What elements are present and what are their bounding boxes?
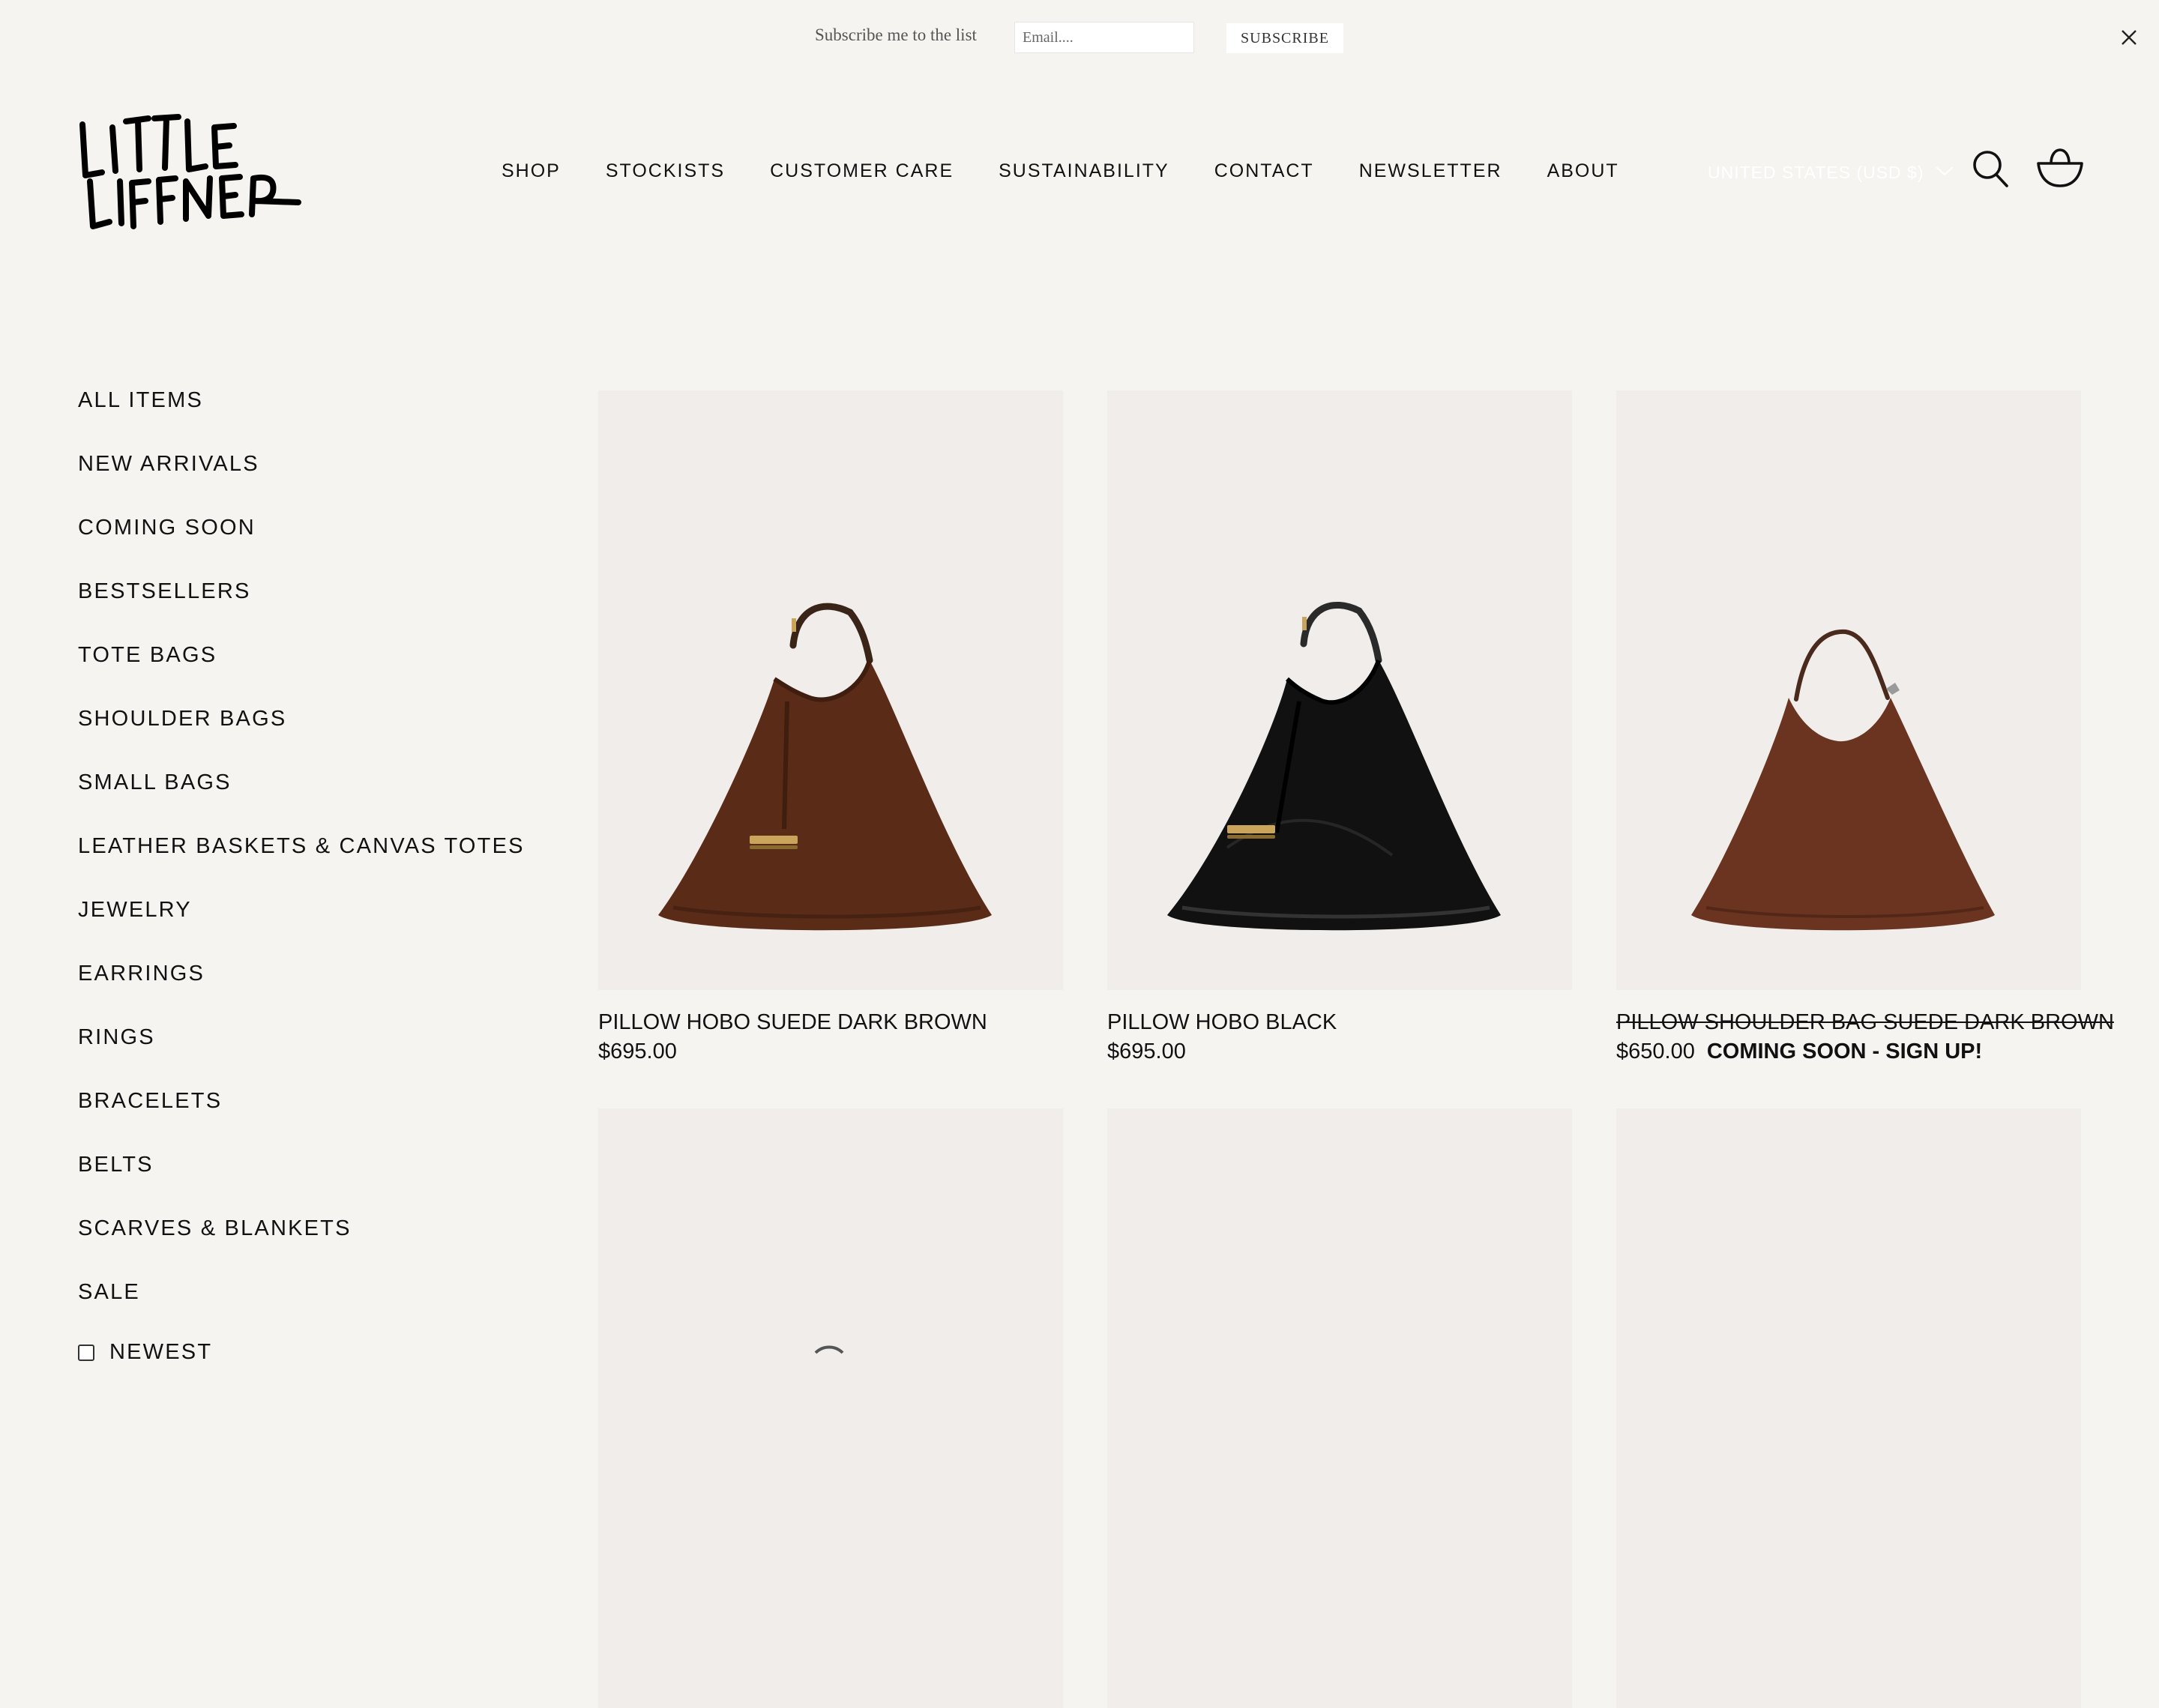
product-image[interactable]	[1107, 390, 1572, 990]
category-sale[interactable]: SALE	[78, 1279, 543, 1342]
product-price: $695.00	[598, 1039, 677, 1063]
basket-icon[interactable]	[2035, 145, 2085, 190]
nav-contact[interactable]: CONTACT	[1214, 159, 1314, 183]
subscribe-button[interactable]: SUBSCRIBE	[1226, 23, 1343, 53]
category-earrings[interactable]: EARRINGS	[78, 960, 543, 1024]
main-nav: SHOP STOCKISTS CUSTOMER CARE SUSTAINABIL…	[502, 159, 1619, 183]
product-image[interactable]	[1107, 1108, 1572, 1708]
nav-sustainability[interactable]: SUSTAINABILITY	[999, 159, 1169, 183]
product-card[interactable]: PILLOW SHOULDER BAG SUEDE DARK BROWN $65…	[1616, 390, 2114, 1065]
subscribe-label: Subscribe me to the list	[815, 25, 977, 44]
product-card[interactable]: PILLOW HOBO SUEDE DARK BROWN $695.00	[598, 390, 1063, 1065]
close-icon[interactable]	[2119, 27, 2140, 48]
product-card[interactable]	[1107, 1108, 1572, 1708]
category-shoulder-bags[interactable]: SHOULDER BAGS	[78, 705, 543, 769]
category-jewelry[interactable]: JEWELRY	[78, 896, 543, 960]
category-bracelets[interactable]: BRACELETS	[78, 1087, 543, 1151]
product-price: $695.00	[1107, 1039, 1186, 1063]
category-scarves-blankets[interactable]: SCARVES & BLANKETS	[78, 1215, 543, 1279]
product-image[interactable]	[598, 390, 1063, 990]
logo[interactable]	[76, 109, 305, 237]
currency-label: UNITED STATES (USD $)	[1708, 162, 1924, 182]
category-rings[interactable]: RINGS	[78, 1024, 543, 1087]
sort-checkbox[interactable]	[78, 1344, 94, 1361]
product-name[interactable]: PILLOW SHOULDER BAG SUEDE DARK BROWN	[1616, 1010, 2114, 1035]
nav-shop[interactable]: SHOP	[502, 159, 561, 183]
sort-label: NEWEST	[109, 1340, 213, 1364]
category-all-items[interactable]: ALL ITEMS	[78, 387, 543, 450]
sort-option[interactable]: NEWEST	[78, 1340, 212, 1365]
nav-customer-care[interactable]: CUSTOMER CARE	[770, 159, 954, 183]
product-card[interactable]: PILLOW HOBO BLACK $695.00	[1107, 390, 1572, 1065]
product-card[interactable]	[598, 1108, 1063, 1708]
product-price: $650.00	[1616, 1039, 1695, 1063]
nav-newsletter[interactable]: NEWSLETTER	[1359, 159, 1502, 183]
product-image[interactable]	[1616, 390, 2081, 990]
category-small-bags[interactable]: SMALL BAGS	[78, 769, 543, 833]
nav-stockists[interactable]: STOCKISTS	[606, 159, 725, 183]
category-leather-baskets[interactable]: LEATHER BASKETS & CANVAS TOTES	[78, 833, 543, 896]
subscribe-bar: Subscribe me to the list SUBSCRIBE	[0, 0, 2159, 75]
product-price-row: $650.00 COMING SOON - SIGN UP!	[1616, 1038, 2081, 1065]
category-coming-soon[interactable]: COMING SOON	[78, 514, 543, 578]
product-image[interactable]	[1616, 1108, 2081, 1708]
category-belts[interactable]: BELTS	[78, 1151, 543, 1215]
product-name[interactable]: PILLOW HOBO SUEDE DARK BROWN	[598, 1010, 1063, 1035]
product-card[interactable]	[1616, 1108, 2081, 1708]
nav-about[interactable]: ABOUT	[1547, 159, 1619, 183]
product-status-badge[interactable]: COMING SOON - SIGN UP!	[1707, 1039, 1982, 1063]
chevron-down-icon	[1935, 165, 1954, 181]
category-bestsellers[interactable]: BESTSELLERS	[78, 578, 543, 642]
product-name[interactable]: PILLOW HOBO BLACK	[1107, 1010, 1572, 1035]
product-price-row: $695.00	[598, 1038, 1063, 1065]
category-tote-bags[interactable]: TOTE BAGS	[78, 642, 543, 705]
category-sidebar: ALL ITEMS NEW ARRIVALS COMING SOON BESTS…	[78, 387, 543, 1342]
subscribe-email-input[interactable]	[1014, 22, 1194, 53]
product-image[interactable]	[598, 1108, 1063, 1708]
currency-selector[interactable]: UNITED STATES (USD $)	[1708, 159, 1954, 186]
search-icon[interactable]	[1972, 148, 2011, 190]
category-new-arrivals[interactable]: NEW ARRIVALS	[78, 450, 543, 514]
product-price-row: $695.00	[1107, 1038, 1572, 1065]
